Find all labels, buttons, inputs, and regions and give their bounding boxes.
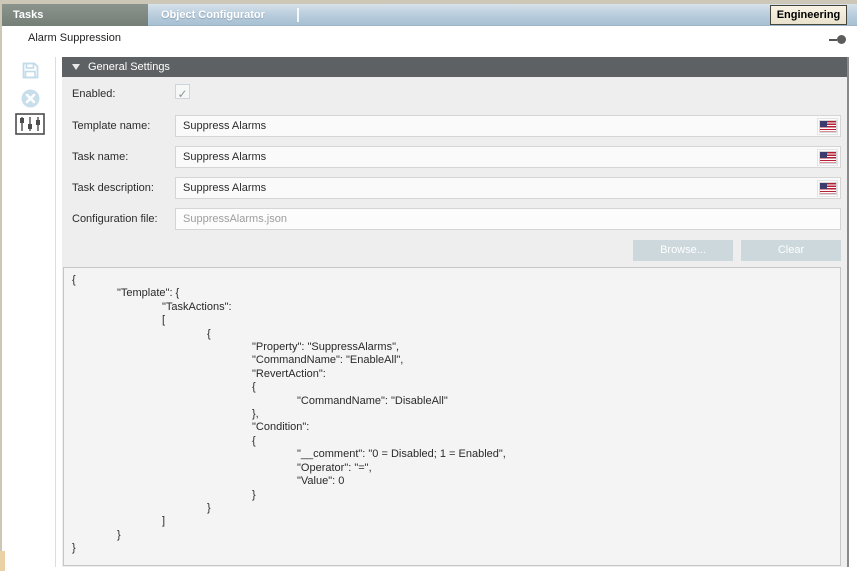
cancel-x-icon [21, 89, 40, 108]
task-name-field: Task name: Suppress Alarms [62, 146, 847, 168]
settings-button[interactable] [14, 112, 46, 136]
us-flag-icon [820, 183, 836, 194]
code-line: "CommandName": "EnableAll", [72, 354, 832, 367]
code-line: "RevertAction": [72, 368, 832, 381]
code-line: "Property": "SuppressAlarms", [72, 341, 832, 354]
general-settings-panel: General Settings Enabled: ✓ Template nam… [62, 57, 849, 567]
code-line: "Value": 0 [72, 475, 832, 488]
task-name-label: Task name: [72, 151, 128, 163]
tab-object-configurator[interactable]: Object Configurator [148, 4, 296, 26]
code-line: { [72, 274, 832, 287]
code-line: "Operator": "=", [72, 462, 832, 475]
checkmark-icon: ✓ [177, 87, 187, 101]
general-settings-header[interactable]: General Settings [62, 57, 847, 77]
code-line: ] [72, 515, 832, 528]
clear-button[interactable]: Clear [741, 240, 841, 261]
code-line: { [72, 435, 832, 448]
code-line: } [72, 489, 832, 502]
code-line: "Template": { [72, 287, 832, 300]
app-window: Tasks Object Configurator Engineering Al… [0, 0, 857, 571]
code-line: } [72, 529, 832, 542]
configuration-file-field: Configuration file: SuppressAlarms.json [62, 208, 847, 230]
configuration-file-label: Configuration file: [72, 213, 158, 225]
task-name-input[interactable]: Suppress Alarms [175, 146, 841, 168]
cancel-button[interactable] [14, 86, 46, 110]
code-line: } [72, 542, 832, 555]
tab-tasks[interactable]: Tasks [0, 4, 148, 26]
code-line: [ [72, 314, 832, 327]
sliders-icon [15, 113, 45, 135]
page-title: Alarm Suppression [28, 32, 121, 44]
us-flag-icon [820, 121, 836, 132]
code-line: { [72, 328, 832, 341]
save-floppy-icon [21, 61, 40, 80]
task-name-language-button[interactable] [817, 149, 838, 166]
sidebar-divider [55, 57, 56, 567]
enabled-label: Enabled: [72, 88, 115, 100]
tab-separator [297, 8, 299, 22]
collapse-triangle-icon [72, 64, 80, 70]
task-description-label: Task description: [72, 182, 154, 194]
code-line: "CommandName": "DisableAll" [72, 395, 832, 408]
task-description-input[interactable]: Suppress Alarms [175, 177, 841, 199]
template-name-field: Template name: Suppress Alarms [62, 115, 847, 137]
browse-button[interactable]: Browse... [633, 240, 733, 261]
pin-dot [837, 35, 846, 44]
general-settings-title: General Settings [88, 57, 170, 77]
code-line: { [72, 381, 832, 394]
tab-bar: Tasks Object Configurator Engineering [0, 4, 857, 26]
enabled-checkbox[interactable]: ✓ [175, 84, 190, 99]
code-line: "TaskActions": [72, 301, 832, 314]
code-line: "__comment": "0 = Disabled; 1 = Enabled"… [72, 448, 832, 461]
template-name-language-button[interactable] [817, 118, 838, 135]
task-description-language-button[interactable] [817, 180, 838, 197]
template-name-label: Template name: [72, 120, 150, 132]
code-line: "Condition": [72, 421, 832, 434]
window-left-edge [0, 0, 2, 571]
pin-line [829, 39, 837, 41]
code-line: } [72, 502, 832, 515]
task-description-field: Task description: Suppress Alarms [62, 177, 847, 199]
engineering-button[interactable]: Engineering [770, 5, 847, 25]
us-flag-icon [820, 152, 836, 163]
pin-icon[interactable] [829, 35, 847, 44]
code-line: }, [72, 408, 832, 421]
code-editor[interactable]: {"Template": {"TaskActions":[{"Property"… [63, 267, 841, 566]
configuration-file-input[interactable]: SuppressAlarms.json [175, 208, 841, 230]
save-button[interactable] [14, 58, 46, 82]
template-name-input[interactable]: Suppress Alarms [175, 115, 841, 137]
window-corner-edge [0, 551, 5, 571]
